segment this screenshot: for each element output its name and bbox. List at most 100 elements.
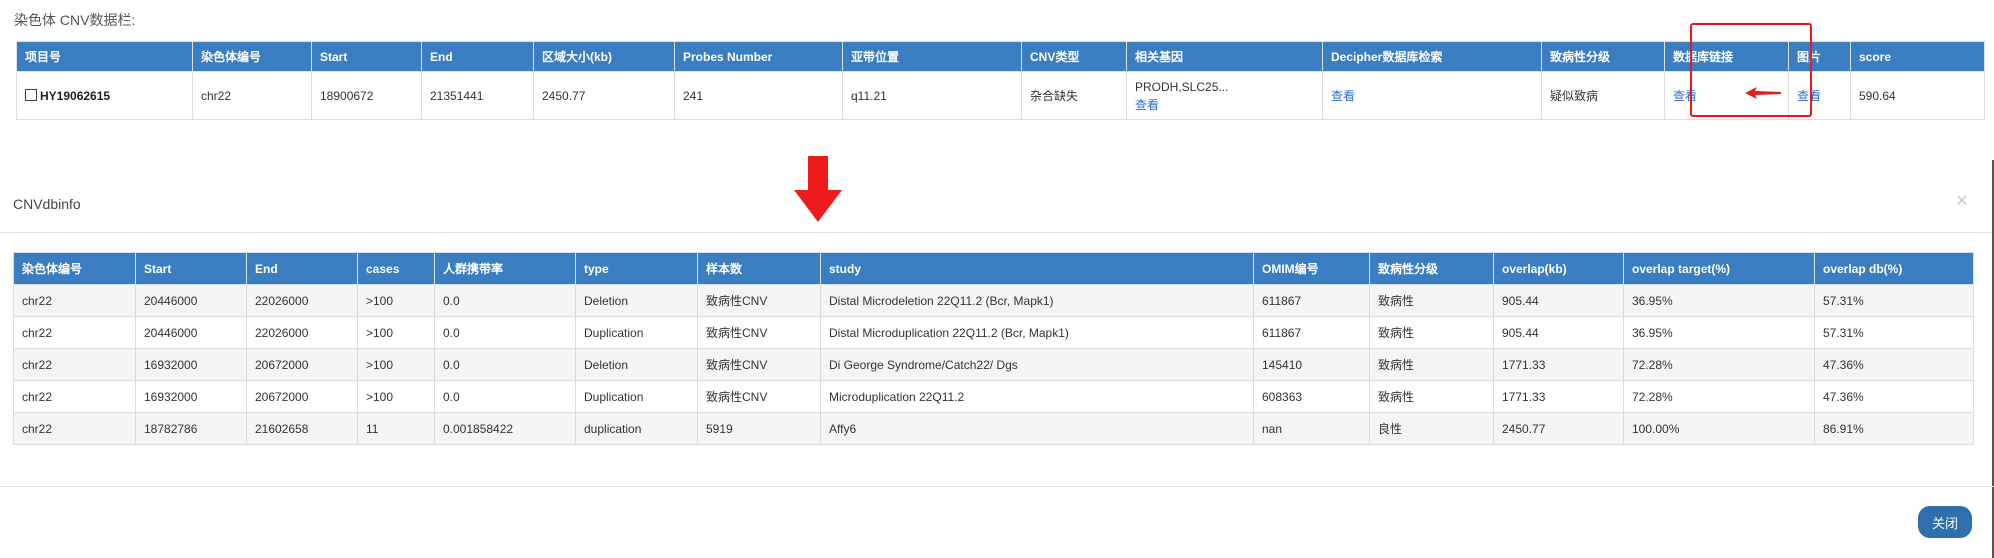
image-view-link[interactable]: 查看 [1797,89,1821,103]
col-header-study: study [820,252,1254,285]
col-header-band: 亚带位置 [842,41,1022,72]
table-cell: 100.00% [1623,412,1815,445]
table-cell: 16932000 [135,380,247,413]
table-cell: 20446000 [135,284,247,317]
table-cell: 145410 [1253,348,1370,381]
table-cell: Duplication [575,380,698,413]
table-cell: >100 [357,284,435,317]
table-cell: 0.0 [434,348,576,381]
close-icon[interactable]: × [1956,190,1968,213]
table-cell: 608363 [1253,380,1370,413]
table-cell: 致病性 [1369,284,1494,317]
table-cell: 36.95% [1623,284,1815,317]
col-header-overlap-target: overlap target(%) [1623,252,1815,285]
size-cell: 2450.77 [533,71,675,120]
table-row: chr22 18782786 21602658 11 0.001858422 d… [13,412,1974,445]
table-cell: 0.001858422 [434,412,576,445]
col-header-overlap-db: overlap db(%) [1814,252,1974,285]
table-row: chr22 20446000 22026000 >100 0.0 Duplica… [13,316,1974,349]
table-cell: 1771.33 [1493,348,1624,381]
table-cell: 16932000 [135,348,247,381]
col-header-genes: 相关基因 [1126,41,1323,72]
table-cell: 20672000 [246,348,358,381]
table-cell: 0.0 [434,284,576,317]
decipher-view-link[interactable]: 查看 [1331,89,1355,103]
table-cell: 2450.77 [1493,412,1624,445]
table-cell: 致病性 [1369,380,1494,413]
table-cell: 611867 [1253,284,1370,317]
table-cell: 905.44 [1493,316,1624,349]
table-cell: 20446000 [135,316,247,349]
table-cell: duplication [575,412,698,445]
col-header-probes: Probes Number [674,41,843,72]
table-cell: chr22 [13,284,136,317]
table-cell: 57.31% [1814,284,1974,317]
table-cell: 18782786 [135,412,247,445]
project-id: HY19062615 [40,88,111,103]
table-cell: 致病性CNV [697,316,821,349]
col-header-pathogenicity: 致病性分级 [1541,41,1665,72]
table-cell: Deletion [575,284,698,317]
pathogenicity-cell: 疑似致病 [1541,71,1665,120]
row-checkbox[interactable] [25,88,37,101]
cnv-type-cell: 杂合缺失 [1021,71,1127,120]
col-header-cases: cases [357,252,435,285]
col-header-project: 项目号 [16,41,193,72]
cnvdb-header-row: 染色体编号 Start End cases 人群携带率 type 样本数 stu… [13,252,1974,285]
col-header-end: End [421,41,534,72]
col-header-chrom: 染色体编号 [13,252,136,285]
table-cell: 47.36% [1814,348,1974,381]
table-cell: Distal Microdeletion 22Q11.2 (Bcr, Mapk1… [820,284,1254,317]
chrom-cell: chr22 [192,71,312,120]
col-header-cnv-type: CNV类型 [1021,41,1127,72]
band-cell: q11.21 [842,71,1022,120]
table-cell: nan [1253,412,1370,445]
table-cell: Deletion [575,348,698,381]
project-cell: HY19062615 [16,71,193,120]
table-row: chr22 16932000 20672000 >100 0.0 Duplica… [13,380,1974,413]
table-row: chr22 16932000 20672000 >100 0.0 Deletio… [13,348,1974,381]
modal-title: CNVdbinfo [13,196,81,212]
score-cell: 590.64 [1850,71,1985,120]
modal-footer-divider [0,486,1994,487]
cnv-table-header-row: 项目号 染色体编号 Start End 区域大小(kb) Probes Numb… [16,41,1985,72]
col-header-type: type [575,252,698,285]
cnv-section-title: 染色体 CNV数据栏: [14,12,136,28]
table-cell: Affy6 [820,412,1254,445]
arrow-down-annotation [794,156,842,222]
cnv-data-table: 项目号 染色体编号 Start End 区域大小(kb) Probes Numb… [16,41,1985,120]
table-cell: 致病性 [1369,348,1494,381]
table-cell: 1771.33 [1493,380,1624,413]
col-header-chrom: 染色体编号 [192,41,312,72]
table-cell: 47.36% [1814,380,1974,413]
table-cell: 86.91% [1814,412,1974,445]
col-header-end: End [246,252,358,285]
table-cell: chr22 [13,316,136,349]
start-cell: 18900672 [311,71,422,120]
table-row: chr22 20446000 22026000 >100 0.0 Deletio… [13,284,1974,317]
table-cell: Di George Syndrome/Catch22/ Dgs [820,348,1254,381]
col-header-omim: OMIM编号 [1253,252,1370,285]
table-cell: Distal Microduplication 22Q11.2 (Bcr, Ma… [820,316,1254,349]
db-view-link[interactable]: 查看 [1673,89,1697,103]
table-cell: 5919 [697,412,821,445]
col-header-decipher: Decipher数据库检索 [1322,41,1542,72]
table-cell: 良性 [1369,412,1494,445]
probes-cell: 241 [674,71,843,120]
col-header-score: score [1850,41,1985,72]
table-cell: >100 [357,380,435,413]
table-cell: 致病性 [1369,316,1494,349]
col-header-size: 区域大小(kb) [533,41,675,72]
table-cell: 0.0 [434,380,576,413]
col-header-sample-count: 样本数 [697,252,821,285]
table-cell: 致病性CNV [697,380,821,413]
col-header-start: Start [311,41,422,72]
table-cell: chr22 [13,412,136,445]
table-cell: 72.28% [1623,380,1815,413]
close-button[interactable]: 关闭 [1918,506,1972,538]
cnvdb-table: 染色体编号 Start End cases 人群携带率 type 样本数 stu… [13,252,1974,445]
col-header-carrier-rate: 人群携带率 [434,252,576,285]
genes-view-link[interactable]: 查看 [1135,96,1314,114]
table-cell: 11 [357,412,435,445]
col-header-overlap-kb: overlap(kb) [1493,252,1624,285]
